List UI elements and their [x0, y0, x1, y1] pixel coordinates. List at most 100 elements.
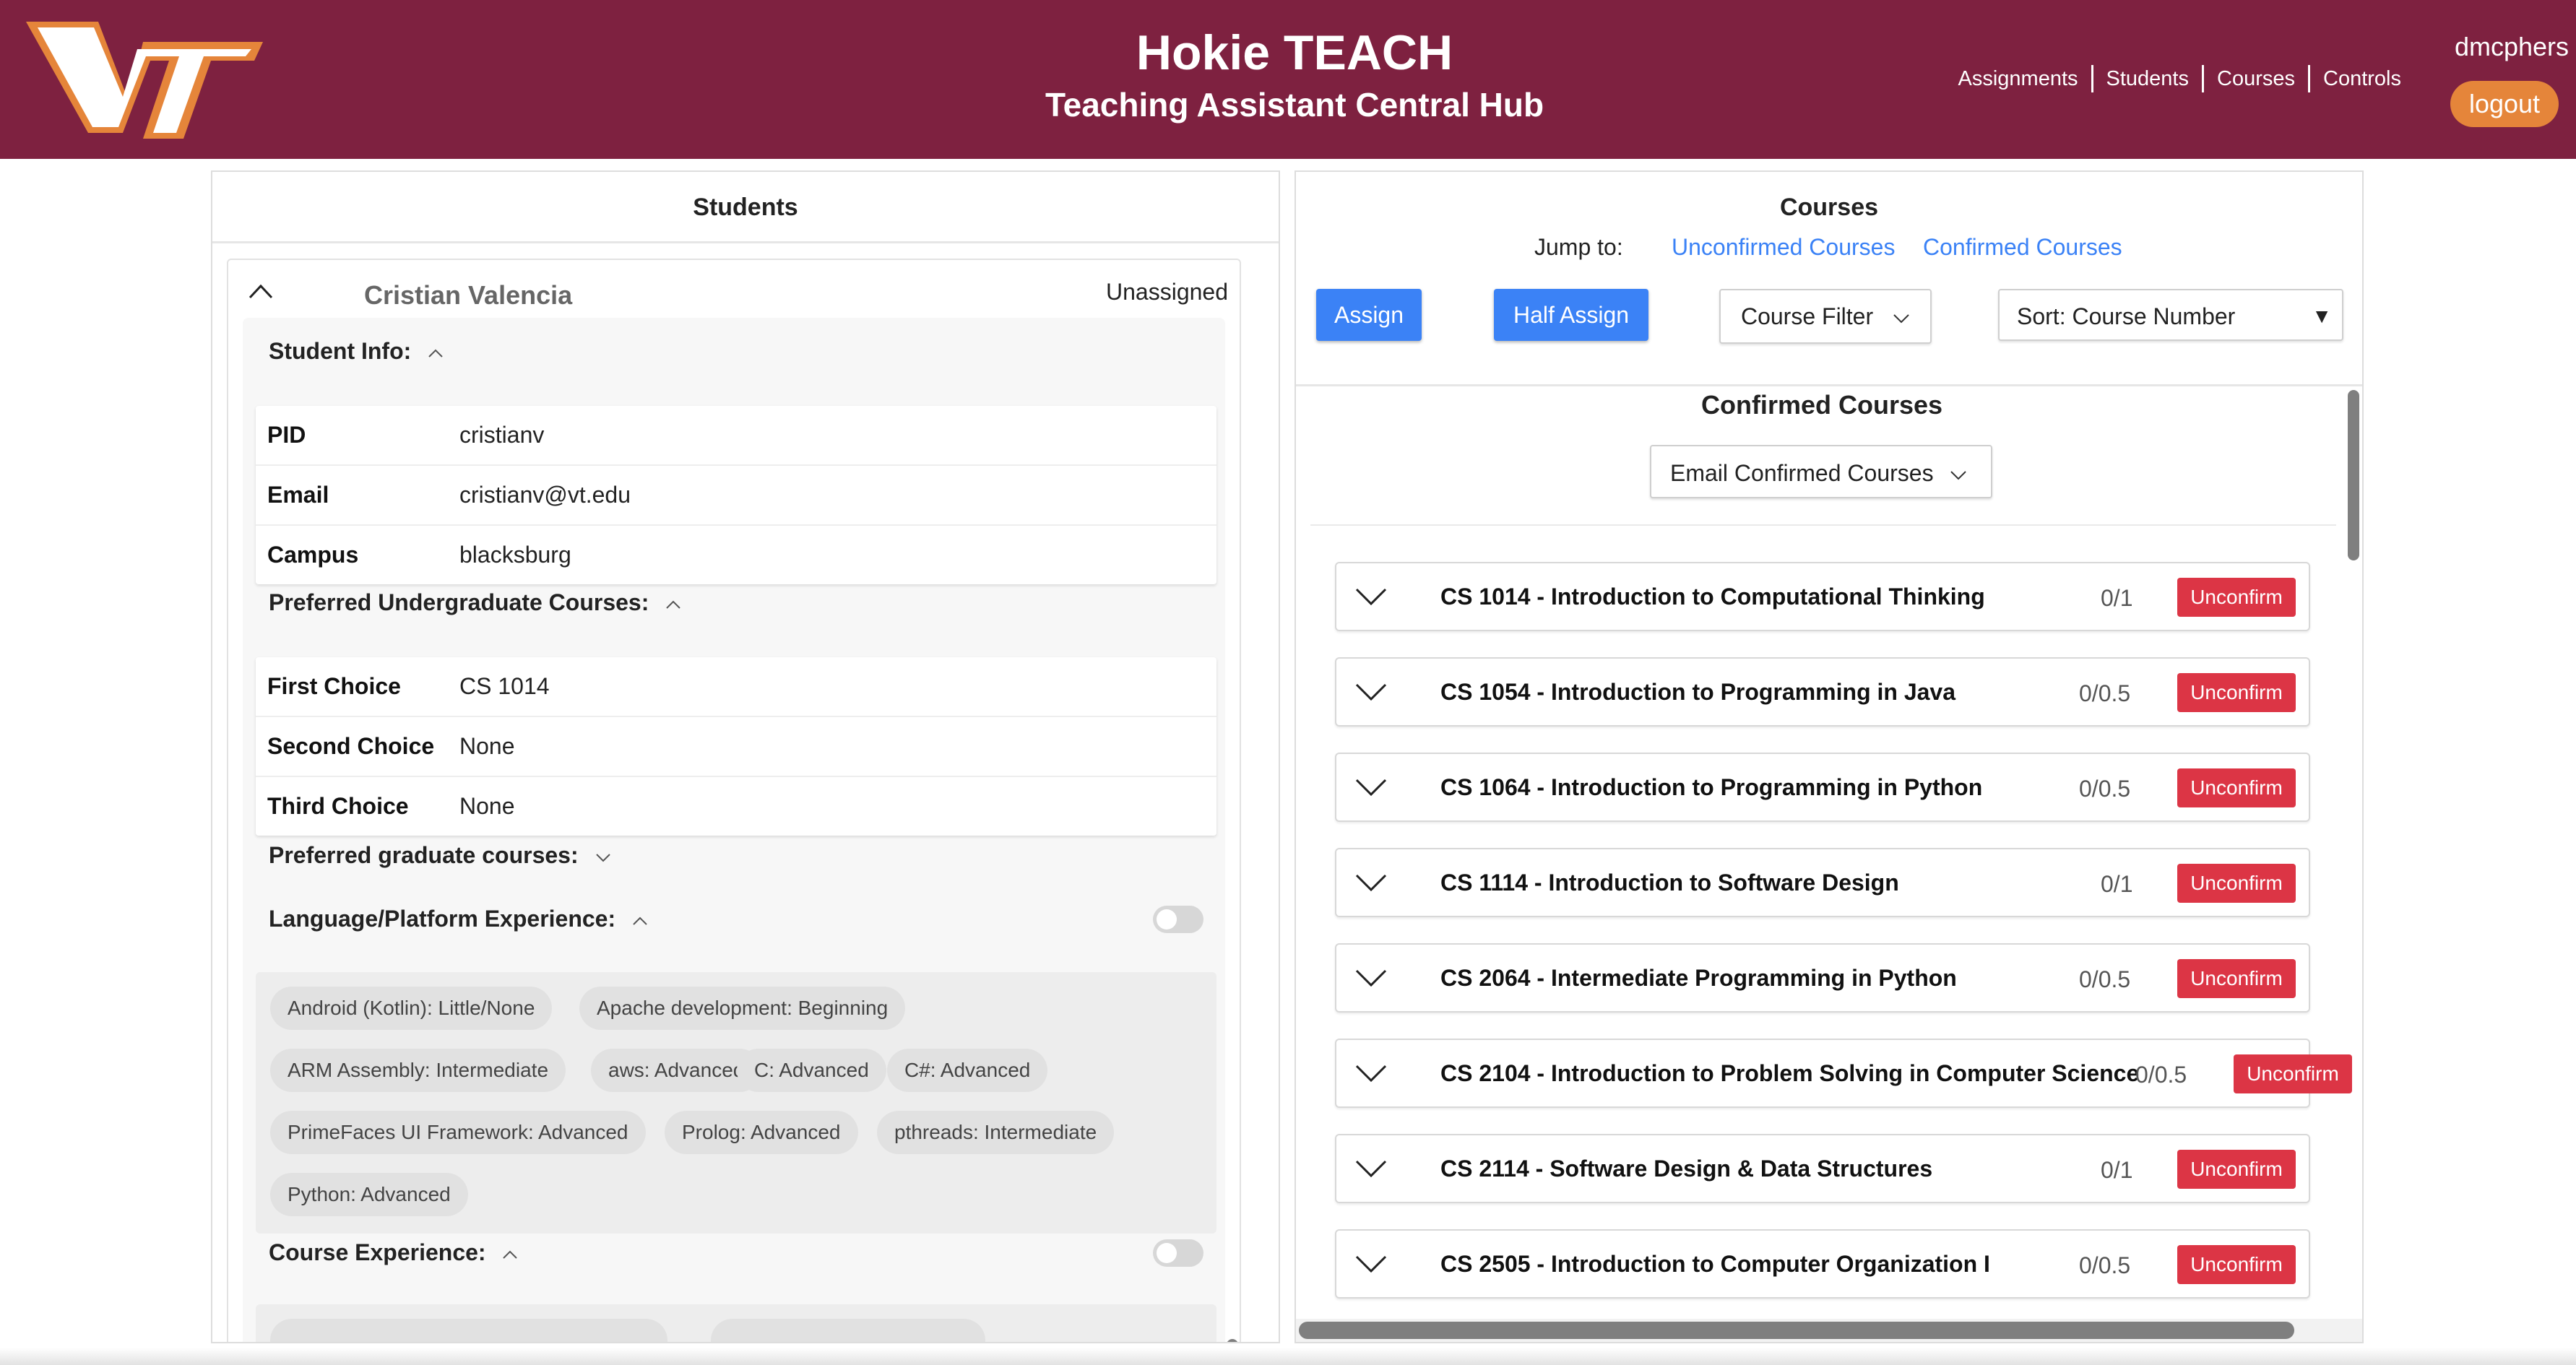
chevron-down-icon[interactable]	[1355, 683, 1387, 701]
course-name: CS 1014 - Introduction to Computational …	[1440, 584, 1985, 610]
grad-courses-toggle[interactable]: Preferred graduate courses:	[269, 842, 611, 869]
horizontal-scrollbar-thumb[interactable]	[1299, 1322, 2294, 1339]
choice-key: Second Choice	[267, 733, 435, 759]
unconfirm-button[interactable]: Unconfirm	[2177, 673, 2296, 712]
nav-students[interactable]: Students	[2091, 65, 2202, 92]
course-chip	[270, 1319, 667, 1342]
unconfirm-button[interactable]: Unconfirm	[2177, 1245, 2296, 1284]
course-count: 0/0.5	[2079, 1252, 2131, 1278]
switch-knob	[1157, 909, 1177, 930]
divider	[212, 241, 1279, 243]
jump-unconfirmed-link[interactable]: Unconfirmed Courses	[1672, 234, 1895, 261]
chevron-down-icon[interactable]	[1355, 588, 1387, 605]
language-chip: aws: Advanced	[591, 1049, 762, 1092]
student-info-toggle[interactable]: Student Info:	[269, 338, 444, 365]
jump-to-label: Jump to:	[1534, 234, 1623, 260]
nav-controls[interactable]: Controls	[2308, 65, 2414, 92]
unconfirm-button[interactable]: Unconfirm	[2234, 1054, 2352, 1093]
course-row[interactable]: CS 1064 - Introduction to Programming in…	[1335, 753, 2310, 822]
table-row: Second Choice None	[256, 717, 1216, 777]
info-key: Email	[267, 482, 329, 508]
chevron-up-icon	[633, 916, 647, 925]
course-name: CS 1054 - Introduction to Programming in…	[1440, 679, 1956, 705]
student-details: Student Info: PID cristianv Email cristi…	[243, 318, 1238, 1342]
info-key: Campus	[267, 542, 359, 568]
unconfirm-button[interactable]: Unconfirm	[2177, 1150, 2296, 1189]
assignment-status: Unassigned	[1106, 279, 1228, 305]
student-name: Cristian Valencia	[364, 280, 573, 310]
students-panel-title: Students	[693, 194, 798, 221]
info-value: cristianv	[459, 422, 545, 448]
courses-panel: Courses Jump to: Unconfirmed Courses Con…	[1295, 170, 2364, 1343]
language-chip: Apache development: Beginning	[579, 987, 906, 1030]
language-chip: C#: Advanced	[887, 1049, 1048, 1092]
table-row: PID cristianv	[256, 406, 1216, 466]
courses-scrollbar[interactable]	[2348, 390, 2359, 560]
undergrad-courses-toggle[interactable]: Preferred Undergraduate Courses:	[269, 589, 681, 616]
chevron-down-icon[interactable]	[1355, 1065, 1387, 1082]
table-row: Third Choice None	[256, 777, 1216, 836]
chevron-down-icon[interactable]	[1355, 969, 1387, 987]
confirmed-courses-title: Confirmed Courses	[1700, 390, 1943, 420]
student-card: Cristian Valencia Unassigned Student Inf…	[227, 259, 1241, 1342]
language-experience-switch[interactable]	[1153, 906, 1203, 933]
course-row[interactable]: CS 1014 - Introduction to Computational …	[1335, 562, 2310, 631]
chevron-down-icon[interactable]	[1355, 1160, 1387, 1177]
course-row[interactable]: CS 2064 - Intermediate Programming in Py…	[1335, 943, 2310, 1013]
course-count: 0/0.5	[2135, 1062, 2187, 1088]
students-scrollbar[interactable]	[1279, 257, 1280, 929]
horizontal-scrollbar-track[interactable]	[1296, 1319, 2362, 1342]
table-row: Campus blacksburg	[256, 526, 1216, 584]
logout-button[interactable]: logout	[2450, 81, 2559, 127]
language-chip: Prolog: Advanced	[665, 1111, 858, 1154]
email-confirmed-dropdown[interactable]: Email Confirmed Courses	[1650, 445, 1992, 498]
chevron-up-icon	[503, 1250, 518, 1259]
sort-select[interactable]: Sort: Course Number ▼	[1998, 289, 2343, 341]
table-row: Email cristianv@vt.edu	[256, 466, 1216, 526]
half-assign-button[interactable]: Half Assign	[1494, 289, 1648, 341]
chevron-down-icon[interactable]	[1355, 779, 1387, 796]
chevron-up-icon[interactable]	[248, 279, 273, 303]
unconfirm-button[interactable]: Unconfirm	[2177, 959, 2296, 998]
inner-scrollbar[interactable]	[1227, 1339, 1238, 1342]
nav-assignments[interactable]: Assignments	[1945, 65, 2091, 92]
course-name: CS 1114 - Introduction to Software Desig…	[1440, 870, 1899, 896]
course-row[interactable]: CS 1054 - Introduction to Programming in…	[1335, 657, 2310, 727]
course-row[interactable]: CS 2505 - Introduction to Computer Organ…	[1335, 1229, 2310, 1299]
switch-knob	[1157, 1243, 1177, 1263]
course-experience-chips	[256, 1304, 1216, 1342]
course-row[interactable]: CS 1114 - Introduction to Software Desig…	[1335, 848, 2310, 917]
unconfirm-button[interactable]: Unconfirm	[2177, 864, 2296, 903]
nav-courses[interactable]: Courses	[2202, 65, 2308, 92]
course-row[interactable]: CS 2104 - Introduction to Problem Solvin…	[1335, 1039, 2352, 1108]
chevron-down-icon[interactable]	[1355, 874, 1387, 891]
course-filter-label: Course Filter	[1740, 303, 1874, 329]
course-row[interactable]: CS 2114 - Software Design & Data Structu…	[1335, 1134, 2310, 1203]
assign-button[interactable]: Assign	[1316, 289, 1422, 341]
chevron-down-icon	[1893, 313, 1909, 323]
student-card-header[interactable]: Cristian Valencia Unassigned	[228, 260, 1240, 318]
language-chip: Python: Advanced	[270, 1173, 468, 1216]
students-panel: Students Cristian Valencia Unassigned St…	[211, 170, 1280, 1343]
course-name: CS 2114 - Software Design & Data Structu…	[1440, 1156, 1933, 1182]
course-filter-dropdown[interactable]: Course Filter	[1719, 289, 1932, 344]
divider	[1310, 524, 2336, 526]
chevron-down-icon	[1950, 470, 1967, 480]
jump-confirmed-link[interactable]: Confirmed Courses	[1923, 234, 2122, 261]
course-name: CS 1064 - Introduction to Programming in…	[1440, 774, 1983, 800]
unconfirm-button[interactable]: Unconfirm	[2177, 578, 2296, 617]
language-chip: ARM Assembly: Intermediate	[270, 1049, 566, 1092]
language-chips: Android (Kotlin): Little/None Apache dev…	[256, 972, 1216, 1234]
app-header: Hokie TEACH Teaching Assistant Central H…	[0, 0, 2576, 159]
chevron-down-icon[interactable]	[1355, 1255, 1387, 1273]
course-experience-switch[interactable]	[1153, 1239, 1203, 1267]
choice-value: None	[459, 733, 515, 759]
language-experience-toggle[interactable]: Language/Platform Experience:	[269, 906, 648, 932]
language-chip: pthreads: Intermediate	[877, 1111, 1115, 1154]
main-nav: Assignments Students Courses Controls	[1945, 65, 2415, 92]
language-chip: PrimeFaces UI Framework: Advanced	[270, 1111, 646, 1154]
course-experience-toggle[interactable]: Course Experience:	[269, 1239, 518, 1266]
unconfirm-button[interactable]: Unconfirm	[2177, 768, 2296, 807]
info-value: cristianv@vt.edu	[459, 482, 631, 508]
course-count: 0/1	[2101, 1157, 2133, 1183]
